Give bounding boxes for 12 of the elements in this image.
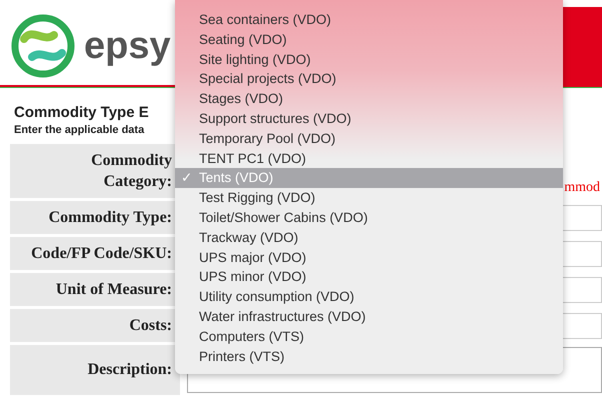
- dropdown-option[interactable]: Sea containers (VDO): [175, 10, 563, 30]
- field-label: Description:: [10, 345, 180, 395]
- dropdown-option[interactable]: Site lighting (VDO): [175, 50, 563, 70]
- page-subtitle: Enter the applicable data: [14, 124, 144, 136]
- dropdown-option[interactable]: Special projects (VDO): [175, 69, 563, 90]
- page-title: Commodity Type E: [14, 104, 149, 121]
- logo-icon: [10, 13, 76, 79]
- logo-text: epsy: [84, 24, 171, 68]
- dropdown-option[interactable]: Stages (VDO): [175, 89, 563, 109]
- field-note: mmod: [563, 180, 601, 197]
- dropdown-option[interactable]: Support structures (VDO): [175, 108, 563, 129]
- dropdown-option[interactable]: Seating (VDO): [175, 30, 563, 50]
